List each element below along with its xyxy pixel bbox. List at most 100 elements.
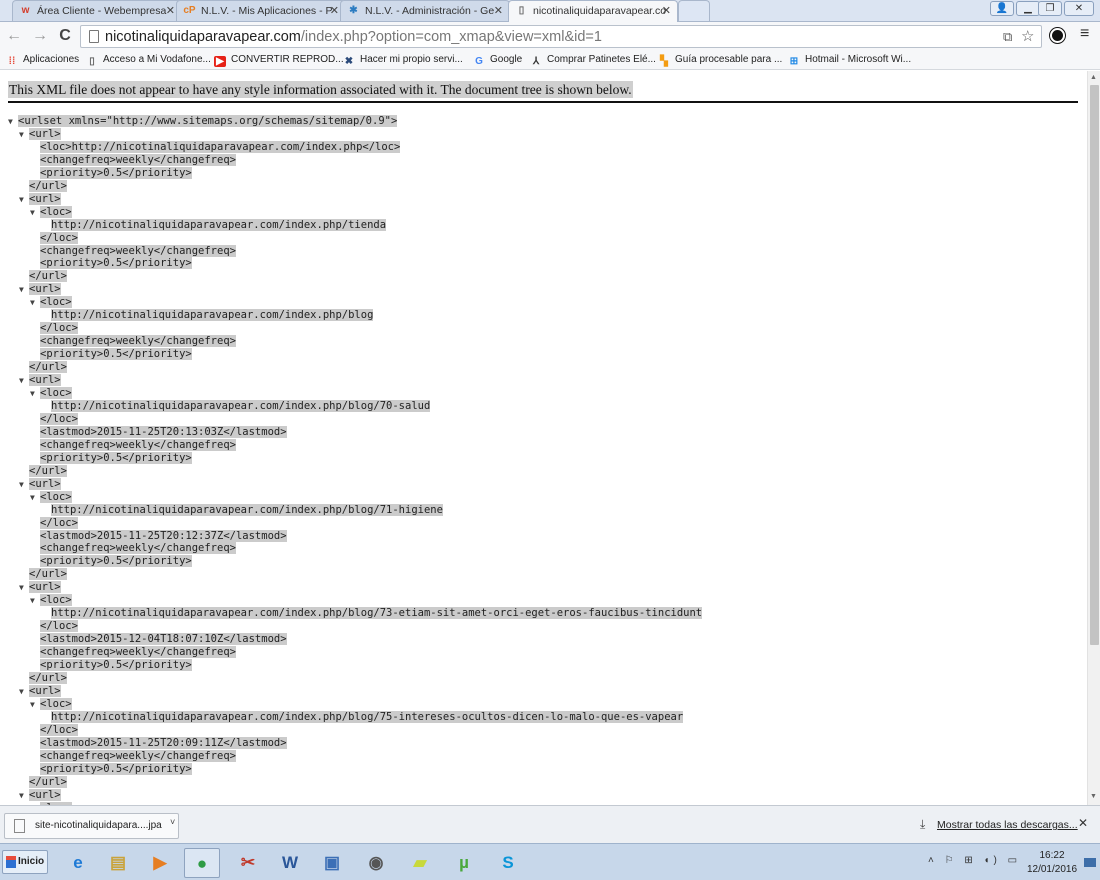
bookmark-hacer-servidor[interactable]: ✖ Hacer mi propio servi...	[343, 52, 463, 68]
tab-nicotinaliquida[interactable]: ▯ nicotinaliquidaparavapear.co ✕	[508, 0, 678, 22]
restore-button[interactable]: ❐	[1038, 1, 1062, 16]
collapse-arrow-icon[interactable]: ▼	[19, 790, 29, 803]
close-tab-icon[interactable]: ✕	[166, 1, 175, 21]
skype-icon[interactable]: S	[490, 848, 526, 878]
collapse-arrow-icon[interactable]: ▼	[30, 388, 40, 401]
bookmark-aplicaciones[interactable]: ⁞⁞ Aplicaciones	[6, 52, 80, 68]
xml-line-text: <loc>	[40, 387, 72, 400]
close-icon[interactable]: ✕	[1078, 816, 1088, 830]
xml-line-text: <changefreq>weekly</changefreq>	[40, 749, 236, 762]
extension-icon[interactable]	[1050, 28, 1065, 43]
back-arrow-icon[interactable]: ←	[4, 25, 24, 47]
xml-line-text: <priority>0.5</priority>	[40, 348, 192, 361]
url-text[interactable]: nicotinaliquidaparavapear.com/index.php?…	[105, 28, 602, 46]
xml-line: ▼<loc>	[8, 594, 702, 607]
xml-line: <lastmod>2015-12-04T18:07:10Z</lastmod>	[8, 633, 702, 646]
blocks-icon: ▚	[660, 56, 668, 67]
tab-area-cliente[interactable]: w Área Cliente - Webempresa ✕	[12, 0, 182, 21]
scroll-down-icon[interactable]: ▼	[1090, 793, 1097, 800]
xml-line: </url>	[8, 464, 702, 478]
xml-line-text: <priority>0.5</priority>	[40, 659, 192, 672]
xml-line-text: http://nicotinaliquidaparavapear.com/ind…	[51, 503, 443, 516]
xml-line: </loc>	[8, 723, 702, 737]
internet-explorer-icon[interactable]: e	[60, 848, 96, 878]
tab-administracion[interactable]: ✱ N.L.V. - Administración - Ge ✕	[340, 0, 510, 21]
computer-icon[interactable]: ▣	[314, 848, 350, 878]
show-desktop-button[interactable]	[1084, 858, 1096, 867]
chevron-down-icon[interactable]: ˅	[170, 817, 175, 827]
download-item[interactable]: site-nicotinaliquidapara....jpa ˅	[4, 813, 179, 839]
collapse-arrow-icon[interactable]: ▼	[19, 582, 29, 595]
bookmark-guia[interactable]: ▚ Guía procesable para ...	[658, 52, 782, 68]
xml-line-text: </loc>	[40, 620, 78, 633]
collapse-arrow-icon[interactable]: ▼	[30, 699, 40, 712]
close-tab-icon[interactable]: ✕	[330, 1, 339, 21]
menu-icon[interactable]: ≡	[1080, 25, 1089, 43]
bookmark-convertir[interactable]: ▶ CONVERTIR REPROD...	[214, 52, 344, 68]
xml-line: ▼ <url>	[8, 581, 702, 594]
collapse-arrow-icon[interactable]: ▼	[30, 492, 40, 505]
start-button[interactable]: Inicio	[2, 850, 48, 874]
xml-tree: ▼ <urlset xmlns="http://www.sitemaps.org/…	[8, 115, 703, 805]
vertical-scrollbar[interactable]: ▲ ▼	[1087, 71, 1100, 805]
forward-arrow-icon[interactable]: →	[30, 25, 50, 47]
translate-icon[interactable]: ⧉	[1003, 29, 1012, 45]
profile-icon[interactable]: 👤	[990, 1, 1014, 16]
bookmark-hotmail[interactable]: ⊞ Hotmail - Microsoft Wi...	[788, 52, 911, 68]
tab-mis-aplicaciones[interactable]: cP N.L.V. - Mis Aplicaciones - P ✕	[176, 0, 346, 21]
scroll-up-icon[interactable]: ▲	[1090, 74, 1097, 81]
snipping-tool-icon[interactable]: ✂	[230, 848, 266, 878]
xml-line: <changefreq>weekly</changefreq>	[8, 153, 702, 167]
utorrent-icon[interactable]: µ	[446, 848, 482, 878]
close-tab-icon[interactable]: ✕	[494, 1, 503, 21]
clock-date[interactable]: 12/01/2016	[1022, 864, 1082, 875]
clock-time[interactable]: 16:22	[1022, 850, 1082, 861]
xml-line-text: <loc>	[40, 205, 72, 218]
address-bar[interactable]: nicotinaliquidaparavapear.com/index.php?…	[80, 25, 1042, 48]
xml-line-text: http://nicotinaliquidaparavapear.com/ind…	[51, 218, 387, 231]
new-tab-button[interactable]	[678, 0, 710, 21]
collapse-arrow-icon[interactable]: ▼	[8, 116, 18, 129]
close-tab-icon[interactable]: ✕	[662, 1, 671, 21]
bookmark-label: CONVERTIR REPROD...	[231, 54, 344, 65]
camera-icon[interactable]: ◉	[358, 848, 394, 878]
collapse-arrow-icon[interactable]: ▼	[19, 479, 29, 492]
browser-tab-strip: w Área Cliente - Webempresa ✕ cP N.L.V. …	[0, 0, 1100, 22]
collapse-arrow-icon[interactable]: ▼	[19, 375, 29, 388]
bookmark-google[interactable]: G Google	[473, 52, 522, 68]
file-explorer-icon[interactable]: ▤	[100, 848, 136, 878]
xml-line-text: <changefreq>weekly</changefreq>	[40, 646, 236, 659]
xml-line: ▼<loc>	[8, 205, 702, 220]
collapse-arrow-icon[interactable]: ▼	[19, 129, 29, 142]
chrome-icon[interactable]: ●	[184, 848, 220, 878]
collapse-arrow-icon[interactable]: ▼	[30, 207, 40, 220]
scroll-thumb[interactable]	[1090, 85, 1099, 645]
media-player-icon[interactable]: ▶	[142, 848, 178, 878]
reload-icon[interactable]: C	[55, 25, 75, 47]
minimize-button[interactable]: ▁	[1016, 1, 1040, 16]
word-icon[interactable]: W	[272, 848, 308, 878]
close-window-button[interactable]: ✕	[1064, 1, 1094, 16]
collapse-arrow-icon[interactable]: ▼	[19, 686, 29, 699]
bookmark-star-icon[interactable]: ☆	[1021, 27, 1034, 45]
page-icon: ▯	[518, 5, 525, 16]
tray-icons[interactable]: ˄ ⚐ ⊞ ◖) ▭	[928, 855, 1021, 866]
collapse-arrow-icon[interactable]: ▼	[30, 297, 40, 310]
file-icon	[14, 819, 25, 833]
collapse-arrow-icon[interactable]: ▼	[30, 595, 40, 608]
bookmark-patinetes[interactable]: ⅄ Comprar Patinetes Elé...	[530, 52, 656, 68]
browser-toolbar: ← → C nicotinaliquidaparavapear.com/inde…	[0, 22, 1100, 50]
xml-line-text: <priority>0.5</priority>	[40, 762, 192, 775]
folder-icon[interactable]: ▰	[402, 848, 438, 878]
collapse-arrow-icon[interactable]: ▼	[19, 284, 29, 297]
bookmark-vodafone[interactable]: ▯ Acceso a Mi Vodafone...	[86, 52, 211, 68]
xml-line-text: http://nicotinaliquidaparavapear.com/ind…	[51, 710, 684, 723]
xml-line: </loc>	[8, 322, 702, 335]
collapse-arrow-icon[interactable]: ▼	[19, 194, 29, 207]
xml-line-text: <loc>http://nicotinaliquidaparavapear.co…	[40, 140, 401, 153]
xml-line: </url>	[8, 775, 702, 789]
bookmark-label: Hacer mi propio servi...	[360, 54, 463, 65]
xml-line: http://nicotinaliquidaparavapear.com/ind…	[8, 399, 702, 413]
show-all-downloads-link[interactable]: Mostrar todas las descargas...	[937, 819, 1078, 831]
download-filename: site-nicotinaliquidapara....jpa	[35, 820, 162, 831]
